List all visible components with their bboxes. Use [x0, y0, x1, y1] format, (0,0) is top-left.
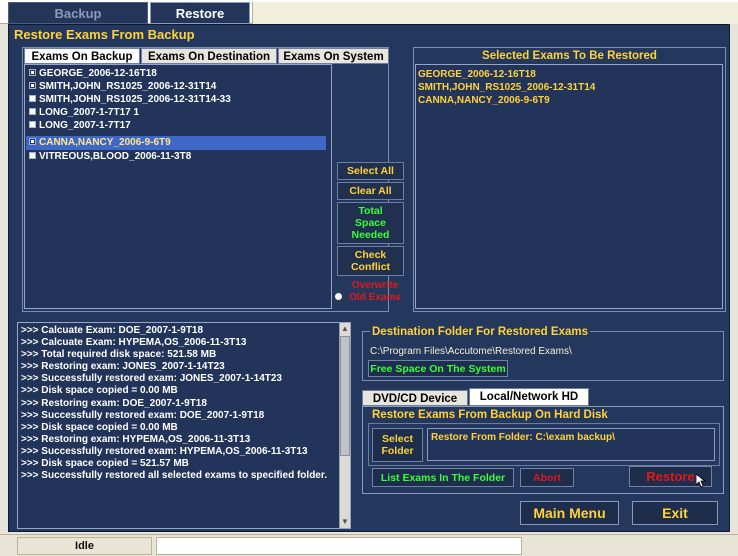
main-menu-button[interactable]: Main Menu — [520, 501, 619, 525]
top-tab-bar-fill — [252, 2, 738, 24]
overwrite-old-exams-option[interactable]: Overwrite Old Exams — [345, 280, 405, 304]
free-space-button[interactable]: Free Space On The System — [368, 360, 508, 377]
restore-from-folder-field[interactable]: Restore From Folder: C:\exam backup\ — [427, 428, 715, 461]
exam-label: GEORGE_2006-12-16T18 — [39, 68, 157, 79]
exam-label: VITREOUS,BLOOD_2006-11-3T8 — [39, 151, 192, 162]
clear-all-button[interactable]: Clear All — [337, 182, 404, 200]
log-line: >>> Successfully restored all selected e… — [21, 470, 327, 482]
exam-label: CANNA,NANCY_2006-9-6T9 — [39, 137, 171, 148]
exit-button[interactable]: Exit — [632, 501, 718, 525]
list-exams-button[interactable]: List Exams In The Folder — [372, 468, 514, 487]
tab-backup[interactable]: Backup — [8, 2, 148, 24]
selected-exam-item: GEORGE_2006-12-16T18 — [418, 69, 536, 80]
selected-exam-item: CANNA,NANCY_2006-9-6T9 — [418, 95, 550, 106]
log-line: >>> Calcuate Exam: HYPEMA,OS_2006-11-3T1… — [21, 337, 247, 349]
checkbox[interactable] — [29, 152, 36, 159]
select-folder-button[interactable]: Select Folder — [372, 428, 423, 462]
log-line: >>> Disk space copied = 521.57 MB — [21, 458, 189, 470]
tab-restore[interactable]: Restore — [150, 2, 250, 24]
log-line: >>> Restoring exam: HYPEMA,OS_2006-11-3T… — [21, 433, 251, 445]
selected-exams-title: Selected Exams To Be Restored — [482, 50, 657, 62]
destination-title: Destination Folder For Restored Exams — [370, 326, 590, 338]
log-line: >>> Restoring exam: DOE_2007-1-9T18 — [21, 397, 207, 409]
checkbox-checked[interactable] — [29, 82, 36, 89]
checkbox[interactable] — [29, 108, 36, 115]
top-tab-bar: Backup Restore — [0, 0, 738, 24]
exam-label: SMITH,JOHN_RS1025_2006-12-31T14-33 — [39, 94, 231, 105]
tab-dvd-cd-device[interactable]: DVD/CD Device — [362, 390, 468, 406]
checkbox-checked[interactable] — [29, 138, 36, 145]
list-item[interactable]: SMITH,JOHN_RS1025_2006-12-31T14-33 — [29, 94, 231, 106]
log-line: >>> Successfully restored exam: JONES_20… — [21, 373, 282, 385]
exam-label: LONG_2007-1-7T17 — [39, 120, 131, 131]
tab-exams-on-destination[interactable]: Exams On Destination — [141, 48, 277, 64]
list-item[interactable]: GEORGE_2006-12-16T18 — [29, 68, 157, 80]
overwrite-radio-icon[interactable] — [335, 293, 342, 300]
status-text: Idle — [17, 537, 152, 555]
list-item[interactable]: VITREOUS,BLOOD_2006-11-3T8 — [29, 151, 191, 163]
tab-exams-on-system[interactable]: Exams On System — [278, 48, 389, 64]
log-line: >>> Total required disk space: 521.58 MB — [21, 349, 217, 361]
log-line: >>> Successfully restored exam: DOE_2007… — [21, 409, 265, 421]
scroll-thumb[interactable] — [340, 336, 350, 456]
list-item[interactable]: LONG_2007-1-7T17 — [29, 120, 131, 132]
check-conflict-button[interactable]: Check Conflict — [337, 246, 404, 276]
hard-disk-title: Restore Exams From Backup On Hard Disk — [372, 409, 608, 421]
checkbox[interactable] — [29, 121, 36, 128]
log-line: >>> Disk space copied = 0.00 MB — [21, 421, 178, 433]
scroll-down-icon[interactable]: ▼ — [341, 518, 349, 526]
scroll-up-icon[interactable]: ▲ — [341, 325, 349, 333]
selected-exam-item: SMITH,JOHN_RS1025_2006-12-31T14 — [418, 82, 596, 93]
tab-local-network-hd[interactable]: Local/Network HD — [469, 388, 589, 406]
total-space-needed-button[interactable]: Total Space Needed — [337, 202, 404, 244]
tab-exams-on-backup[interactable]: Exams On Backup — [24, 48, 140, 64]
checkbox-checked[interactable] — [29, 69, 36, 76]
status-field — [156, 537, 522, 555]
checkbox[interactable] — [29, 95, 36, 102]
list-item[interactable]: SMITH,JOHN_RS1025_2006-12-31T14 — [29, 81, 216, 93]
select-all-button[interactable]: Select All — [337, 162, 404, 180]
abort-button[interactable]: Abort — [520, 468, 574, 487]
exam-label: SMITH,JOHN_RS1025_2006-12-31T14 — [39, 81, 217, 92]
log-line: >>> Disk space copied = 0.00 MB — [21, 385, 178, 397]
log-line: >>> Restoring exam: JONES_2007-1-14T23 — [21, 361, 225, 373]
list-item[interactable]: LONG_2007-1-7T17 1 — [29, 107, 139, 119]
page-title: Restore Exams From Backup — [14, 27, 195, 42]
log-line: >>> Calcuate Exam: DOE_2007-1-9T18 — [21, 325, 204, 336]
mouse-cursor-icon — [695, 473, 707, 488]
log-line: >>> Successfully restored exam: HYPEMA,O… — [21, 445, 308, 457]
exam-label: LONG_2007-1-7T17 1 — [39, 107, 140, 118]
list-item-selected[interactable]: CANNA,NANCY_2006-9-6T9 — [26, 136, 326, 150]
destination-path: C:\Program Files\Accutome\Restored Exams… — [370, 346, 572, 357]
log-text: >>> Calcuate Exam: DOE_2007-1-9T18 >>> C… — [21, 325, 337, 482]
